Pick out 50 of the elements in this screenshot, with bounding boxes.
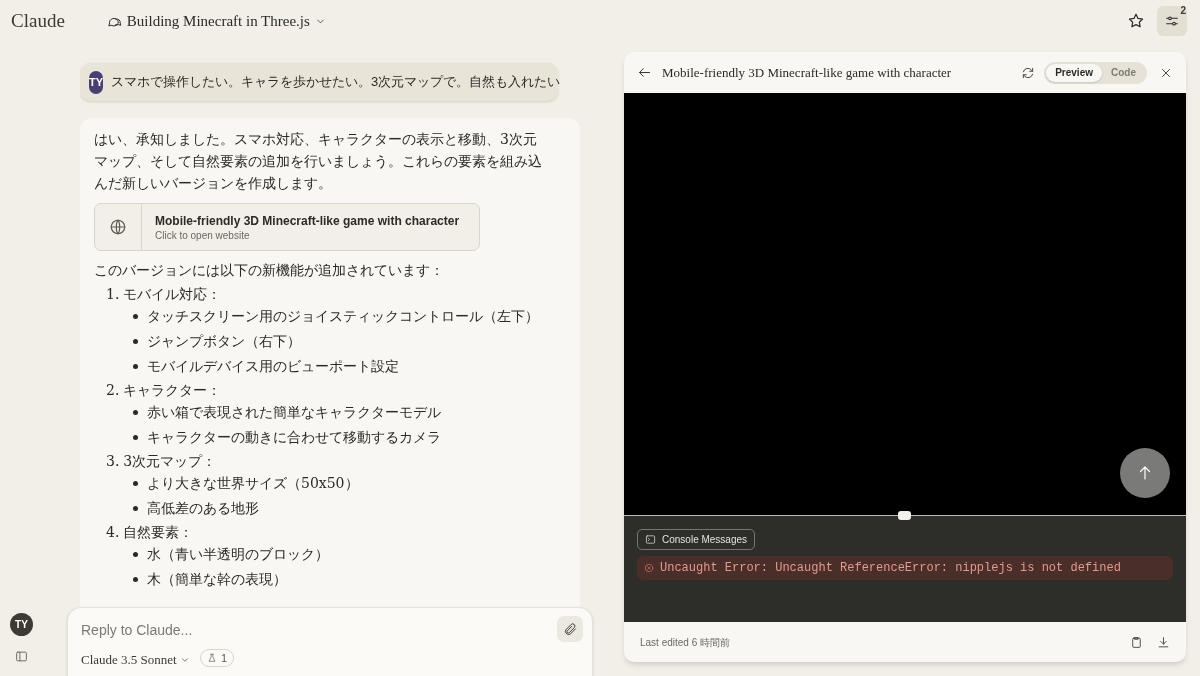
message-text: スマホで操作したい。キャラを歩かせたい。3次元マップで。自然も入れたい: [111, 73, 561, 92]
notification-count: 2: [1180, 4, 1186, 18]
artifact-card[interactable]: Mobile-friendly 3D Minecraft-like game with character Click to open website: [94, 203, 480, 251]
list-item: 赤い箱で表現された簡単なキャラクターモデル: [147, 402, 441, 422]
globe-icon: [109, 218, 127, 236]
paperclip-icon: [562, 621, 578, 637]
list-item: キャラクターの動きに合わせて移動するカメラ: [147, 427, 441, 447]
refresh-icon[interactable]: [1021, 65, 1036, 80]
view-tab[interactable]: Preview: [1046, 63, 1102, 82]
panel-title: Mobile-friendly 3D Minecraft-like game with character: [662, 63, 952, 82]
user-avatar: TY: [89, 70, 104, 94]
resize-handle[interactable]: [898, 511, 911, 520]
console-messages-button[interactable]: Console Messages: [637, 529, 756, 550]
list-heading: 3次元マップ：: [123, 452, 217, 471]
list-item: ジャンプボタン（右下）: [147, 331, 301, 351]
list-item: 水（青い半透明のブロック）: [147, 544, 329, 564]
clipboard-icon[interactable]: [1130, 635, 1143, 649]
model-selector[interactable]: Claude 3.5 Sonnet: [81, 650, 190, 670]
list-item: モバイルデバイス用のビューポート設定: [147, 356, 399, 376]
error-text: Uncaught Error: Uncaught ReferenceError: nipplejs is not defined: [660, 560, 1121, 577]
list-item: より大きな世界サイズ（50x50）: [147, 473, 359, 493]
artifact-subtitle: Click to open website: [155, 228, 251, 242]
flask-icon: [207, 653, 217, 663]
list-heading: キャラクター：: [123, 381, 222, 400]
list-number: 4.: [106, 523, 120, 542]
claude-logo[interactable]: Claude: [11, 6, 65, 36]
user-avatar[interactable]: TY: [10, 613, 33, 636]
list-number: 3.: [106, 452, 120, 471]
sidebar-toggle-icon[interactable]: [15, 650, 28, 663]
list-item: 木（簡単な幹の表現）: [147, 569, 287, 589]
scroll-up-button[interactable]: [1120, 448, 1170, 498]
response-text: はい、承知しました。スマホ対応、キャラクターの表示と移動、3次元マップ、そして自然要素の追加を行いましょう。これらの要素を組み込んだ新しいバージョンを作成します。: [94, 130, 543, 193]
download-icon[interactable]: [1157, 635, 1170, 649]
artifact-title: Mobile-friendly 3D Minecraft-like game with character: [155, 212, 460, 229]
settings-button[interactable]: 2: [1157, 6, 1187, 36]
list-number: 1.: [106, 285, 120, 304]
list-item: タッチスクリーン用のジョイスティックコントロール（左下）: [147, 306, 539, 326]
star-icon[interactable]: [1127, 12, 1145, 30]
back-arrow-icon[interactable]: [637, 65, 652, 80]
error-circle-icon: [644, 563, 654, 573]
list-heading: 自然要素：: [123, 523, 194, 542]
attach-button[interactable]: [557, 616, 583, 642]
reply-input[interactable]: Reply to Claude...: [81, 620, 541, 640]
list-number: 2.: [106, 381, 120, 400]
terminal-icon: [645, 534, 656, 545]
paragraph: このバージョンには以下の新機能が追加されています：: [94, 261, 445, 280]
conversation-title[interactable]: Building Minecraft in Three.js: [106, 9, 326, 33]
list-heading: モバイル対応：: [123, 285, 222, 304]
list-item: 高低差のある地形: [147, 498, 259, 518]
last-edited-text: Last edited 6 時間前: [640, 635, 731, 650]
